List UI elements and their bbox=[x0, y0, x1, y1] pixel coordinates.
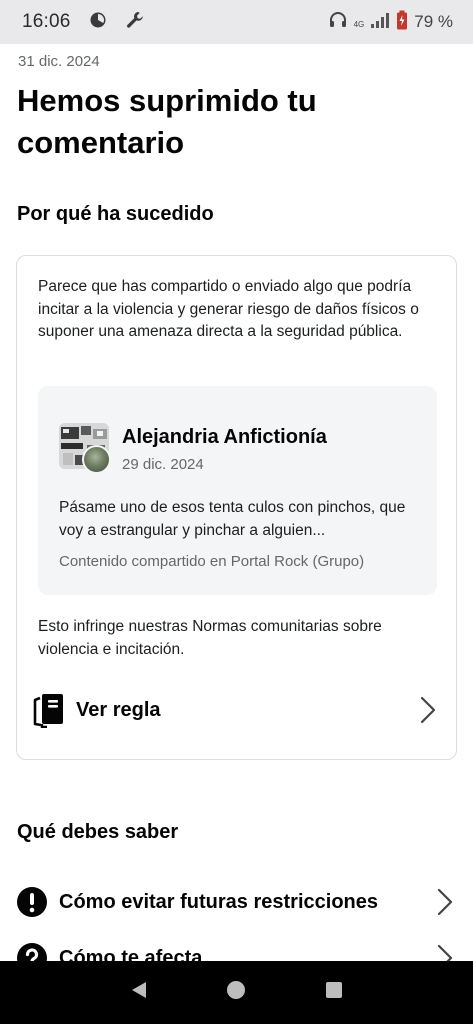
violation-text: Esto infringe nuestras Normas comunitari… bbox=[38, 618, 382, 658]
how-it-affects-item[interactable]: Cómo te afecta bbox=[16, 940, 455, 961]
post-author: Alejandria Anfictionía bbox=[122, 426, 327, 448]
removed-comment-preview: Alejandria Anfictionía 29 dic. 2024 Pása… bbox=[38, 386, 437, 595]
avoid-restrictions-label: Cómo evitar futuras restricciones bbox=[59, 890, 378, 913]
page-content[interactable]: 31 dic. 2024 Hemos suprimido tu comentar… bbox=[0, 44, 473, 961]
view-rule-button[interactable]: Ver regla bbox=[32, 688, 438, 732]
chevron-right-icon bbox=[435, 943, 455, 961]
chevron-right-icon bbox=[435, 887, 455, 922]
recents-button[interactable] bbox=[323, 979, 345, 1006]
chevron-right-icon bbox=[418, 695, 438, 730]
profile-photo bbox=[82, 445, 111, 474]
battery-level: 79 % bbox=[414, 12, 453, 31]
rulebook-icon bbox=[32, 692, 66, 729]
reason-card: Parece que has compartido o enviado algo… bbox=[16, 255, 457, 760]
network-type: 4G bbox=[353, 19, 365, 29]
post-body: Pásame uno de esos tenta culos con pinch… bbox=[59, 499, 406, 539]
status-time: 16:06 bbox=[22, 11, 71, 32]
exclamation-circle-icon bbox=[16, 886, 48, 918]
status-bar: 16:06 4G 79 % bbox=[0, 0, 473, 44]
avoid-restrictions-item[interactable]: Cómo evitar futuras restricciones bbox=[16, 884, 455, 920]
home-button[interactable] bbox=[225, 979, 247, 1006]
explanation-text: Parece que has compartido o enviado algo… bbox=[38, 278, 419, 340]
notice-date: 31 dic. 2024 bbox=[18, 53, 100, 70]
how-it-affects-label: Cómo te afecta bbox=[59, 946, 203, 962]
avatar bbox=[59, 423, 111, 474]
pie-timer-icon bbox=[89, 11, 107, 34]
why-heading: Por qué ha sucedido bbox=[17, 203, 214, 225]
post-date: 29 dic. 2024 bbox=[122, 456, 204, 473]
question-circle-icon bbox=[16, 942, 48, 961]
headphones-icon bbox=[328, 10, 348, 35]
signal-icon bbox=[370, 11, 390, 34]
view-rule-label: Ver regla bbox=[76, 698, 161, 721]
page-title: Hemos suprimido tu comentario bbox=[17, 83, 317, 160]
battery-icon bbox=[396, 10, 408, 35]
know-heading: Qué debes saber bbox=[17, 821, 179, 843]
back-button[interactable] bbox=[128, 979, 150, 1006]
post-shared-in: Contenido compartido en Portal Rock (Gru… bbox=[59, 553, 365, 570]
navigation-bar bbox=[0, 961, 473, 1024]
wrench-icon bbox=[125, 10, 145, 35]
